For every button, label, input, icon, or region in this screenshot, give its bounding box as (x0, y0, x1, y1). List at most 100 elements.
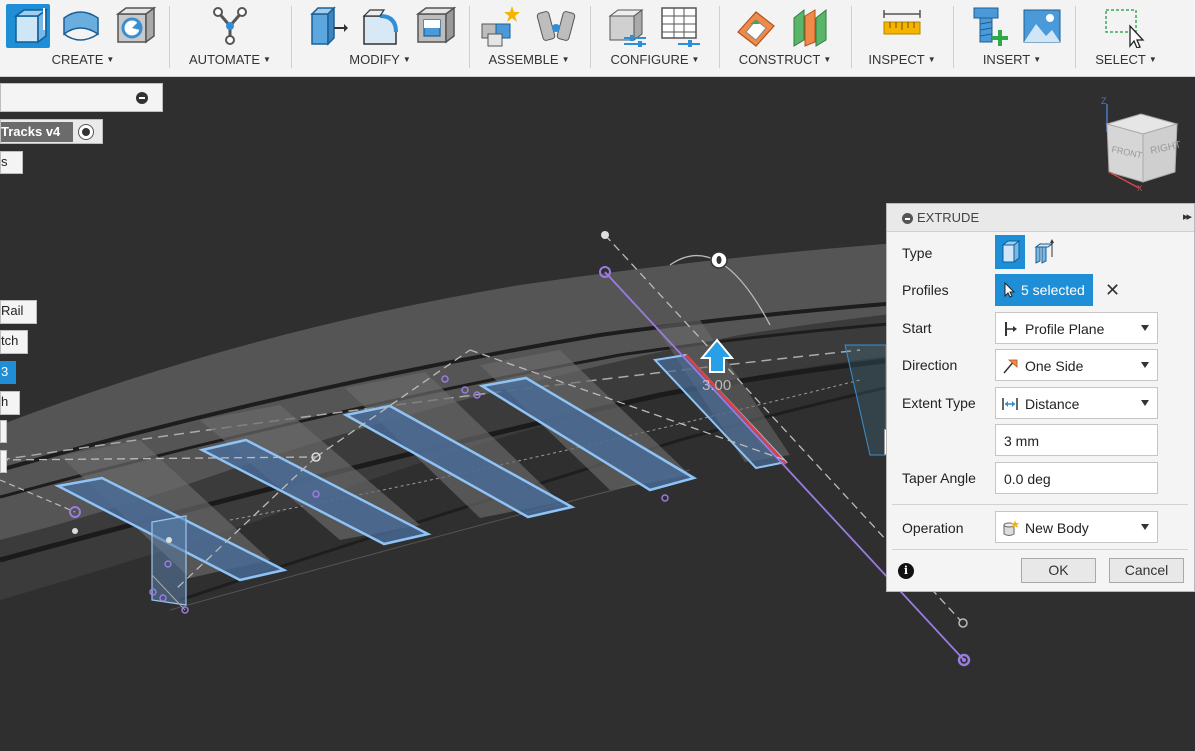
chevron-down-icon (1141, 362, 1149, 368)
automate-label[interactable]: AUTOMATE ▼ (172, 52, 288, 67)
sketch-point (166, 537, 172, 543)
toolbar: CREATE▼ AUTOMATE▼ MODIFY▼ ASSEMBLE▼ (0, 0, 1195, 77)
taper-angle-label: Taper Angle (902, 470, 976, 486)
profiles-selection-button[interactable]: 5 selected (995, 274, 1093, 306)
toolbar-divider (953, 6, 954, 68)
modify-group[interactable]: MODIFY ▼ (294, 0, 466, 77)
type-thin-button[interactable] (1030, 235, 1060, 269)
construct-label[interactable]: CONSTRUCT ▼ (722, 52, 848, 67)
inspect-group[interactable]: INSPECT ▼ (854, 0, 950, 77)
taper-angle-input[interactable]: 0.0 deg (995, 462, 1158, 494)
create-group[interactable]: CREATE ▼ (0, 0, 166, 77)
type-label: Type (902, 245, 933, 261)
configure-icon[interactable] (604, 4, 648, 48)
direction-dropdown[interactable]: One Side (995, 349, 1158, 381)
distance-icon (1002, 398, 1018, 410)
configure-group[interactable]: CONFIGURE ▼ (594, 0, 716, 77)
toolbar-divider (1075, 6, 1076, 68)
shell-icon[interactable] (412, 4, 457, 48)
assemble-group[interactable]: ASSEMBLE ▼ (472, 0, 586, 77)
configure-label[interactable]: CONFIGURE ▼ (594, 52, 716, 67)
one-side-icon (1003, 359, 1018, 374)
axis-z-label: Z (1101, 96, 1107, 106)
revolve-icon[interactable] (58, 4, 102, 48)
offset-plane-icon[interactable] (734, 4, 778, 48)
operation-label: Operation (902, 520, 964, 536)
sketch-point (962, 658, 966, 662)
select-label[interactable]: SELECT ▼ (1078, 52, 1174, 67)
new-component-icon[interactable] (478, 4, 522, 48)
expand-icon[interactable]: ▸▸ (1183, 210, 1192, 223)
modify-label[interactable]: MODIFY ▼ (294, 52, 466, 67)
clear-selection-icon[interactable]: ✕ (1105, 280, 1120, 301)
insert-mcmaster-icon[interactable] (968, 4, 1012, 48)
collapse-icon[interactable] (136, 92, 148, 104)
joint-icon[interactable] (534, 4, 578, 48)
chevron-down-icon (1141, 400, 1149, 406)
browser-item[interactable] (0, 420, 7, 443)
extrude-icon[interactable] (6, 4, 50, 48)
press-pull-icon[interactable] (304, 4, 348, 48)
dimension-label: 3.00 (702, 377, 731, 394)
browser-item-selected[interactable]: 3 (0, 361, 16, 384)
midplane-icon[interactable] (788, 4, 832, 48)
insert-label[interactable]: INSERT ▼ (956, 52, 1068, 67)
browser-panel-header (0, 83, 163, 112)
info-icon[interactable]: i (898, 563, 914, 579)
sketch-point (661, 494, 669, 502)
operation-dropdown[interactable]: New Body (995, 511, 1158, 543)
cancel-button[interactable]: Cancel (1109, 558, 1184, 583)
dialog-divider (892, 549, 1188, 550)
chevron-down-icon (1141, 524, 1149, 530)
parameters-table-icon[interactable] (658, 4, 702, 48)
inspect-label[interactable]: INSPECT ▼ (854, 52, 950, 67)
ok-button[interactable]: OK (1021, 558, 1096, 583)
browser-item[interactable]: s (0, 151, 23, 174)
sketch-point (958, 618, 968, 628)
distance-value[interactable]: 3 mm (1004, 433, 1039, 449)
chevron-down-icon (1141, 325, 1149, 331)
type-solid-button[interactable] (995, 235, 1025, 269)
document-name[interactable]: Tracks v4 (1, 122, 73, 142)
new-body-icon (1003, 520, 1019, 536)
profiles-label: Profiles (902, 282, 949, 298)
operation-value: New Body (1025, 520, 1089, 536)
toolbar-divider (590, 6, 591, 68)
extent-type-label: Extent Type (902, 395, 976, 411)
dialog-title-bar[interactable]: EXTRUDE ▸▸ (887, 204, 1194, 232)
dialog-title: EXTRUDE (917, 210, 980, 225)
start-dropdown[interactable]: Profile Plane (995, 312, 1158, 344)
select-window-icon[interactable] (1102, 4, 1146, 49)
hole-icon[interactable] (112, 4, 157, 48)
create-label[interactable]: CREATE ▼ (0, 52, 166, 67)
direction-value: One Side (1025, 358, 1084, 374)
browser-document-row[interactable]: Tracks v4 (0, 119, 103, 144)
extent-type-dropdown[interactable]: Distance (995, 387, 1158, 419)
toolbar-divider (851, 6, 852, 68)
insert-group[interactable]: INSERT ▼ (956, 0, 1068, 77)
distance-input[interactable]: 3 mm (995, 424, 1158, 456)
profile-plane-icon (1005, 322, 1017, 336)
collapse-icon[interactable] (902, 213, 913, 224)
automate-group[interactable]: AUTOMATE ▼ (172, 0, 288, 77)
active-radio-icon[interactable] (78, 124, 94, 140)
construct-group[interactable]: CONSTRUCT ▼ (722, 0, 848, 77)
measure-icon[interactable] (880, 4, 924, 48)
browser-item[interactable] (0, 450, 7, 473)
cursor-icon (1004, 282, 1016, 298)
taper-angle-value[interactable]: 0.0 deg (1004, 471, 1051, 487)
viewcube[interactable]: Z FRONT RIGHT X (1095, 92, 1190, 192)
browser-item[interactable]: Rail (0, 300, 37, 324)
browser-item[interactable]: tch (0, 330, 28, 354)
select-group[interactable]: SELECT ▼ (1078, 0, 1174, 77)
axis-x-label: X (1137, 184, 1143, 192)
sketch-point (72, 528, 78, 534)
toolbar-divider (719, 6, 720, 68)
assemble-label[interactable]: ASSEMBLE ▼ (472, 52, 586, 67)
browser-item[interactable]: h (0, 391, 20, 415)
extent-type-value: Distance (1025, 396, 1080, 412)
fillet-icon[interactable] (358, 4, 402, 48)
automate-icon[interactable] (208, 4, 252, 48)
toolbar-divider (469, 6, 470, 68)
insert-canvas-icon[interactable] (1020, 4, 1064, 48)
